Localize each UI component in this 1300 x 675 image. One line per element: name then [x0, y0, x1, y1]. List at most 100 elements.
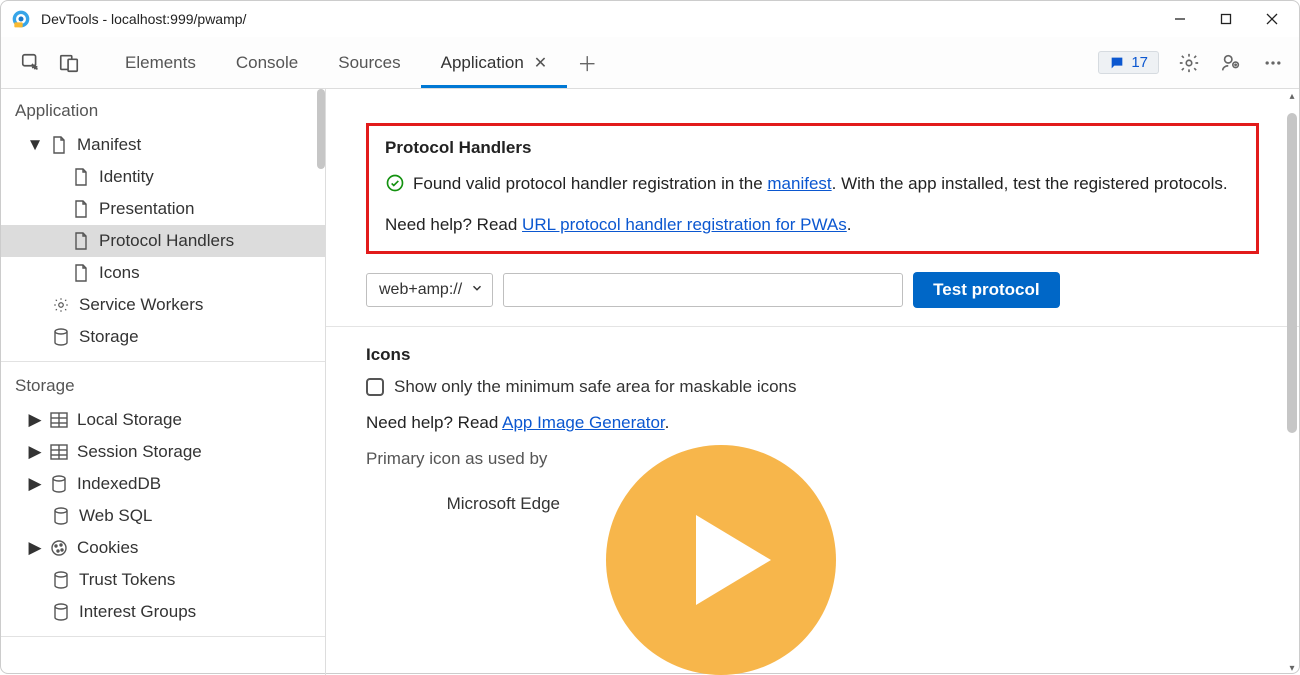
sidebar-label: Session Storage — [77, 442, 202, 462]
chat-icon — [1109, 55, 1125, 71]
primary-label-line2: Microsoft Edge — [366, 490, 566, 517]
protocol-select[interactable]: web+amp:// — [366, 273, 493, 307]
sidebar-item-identity[interactable]: Identity — [1, 161, 325, 193]
add-tab-button[interactable]: ＋ — [567, 37, 607, 88]
protocol-handlers-title: Protocol Handlers — [385, 138, 1240, 158]
sidebar-item-cookies[interactable]: ▶ Cookies — [1, 532, 325, 564]
file-icon — [71, 167, 91, 187]
sidebar-item-storage[interactable]: Storage — [1, 321, 325, 353]
protocol-test-row: web+amp:// Test protocol — [326, 268, 1299, 326]
protocol-url-input[interactable] — [503, 273, 903, 307]
devtools-app-icon — [11, 9, 31, 29]
settings-icon[interactable] — [1177, 51, 1201, 75]
database-icon — [51, 327, 71, 347]
manifest-link[interactable]: manifest — [767, 174, 831, 193]
file-icon — [71, 231, 91, 251]
sidebar-item-websql[interactable]: Web SQL — [1, 500, 325, 532]
check-circle-icon — [385, 173, 405, 201]
gear-icon — [51, 295, 71, 315]
file-icon — [71, 263, 91, 283]
help-post: . — [847, 215, 852, 234]
more-icon[interactable] — [1261, 51, 1285, 75]
icons-title: Icons — [366, 345, 1259, 365]
maskable-checkbox-row[interactable]: Show only the minimum safe area for mask… — [366, 377, 1259, 397]
file-icon — [49, 135, 69, 155]
primary-app-icon — [606, 445, 836, 625]
sidebar-heading-application: Application — [1, 95, 325, 129]
issues-badge[interactable]: 17 — [1098, 51, 1159, 74]
table-icon — [49, 410, 69, 430]
sidebar-item-session-storage[interactable]: ▶ Session Storage — [1, 436, 325, 468]
app-image-generator-link[interactable]: App Image Generator — [502, 413, 665, 432]
issues-count: 17 — [1131, 54, 1148, 71]
database-icon — [51, 602, 71, 622]
application-panel: Protocol Handlers Found valid protocol h… — [326, 89, 1299, 675]
tab-label: Elements — [125, 53, 196, 73]
minimize-button[interactable] — [1157, 3, 1203, 35]
help-post: . — [665, 413, 670, 432]
sidebar-label: Service Workers — [79, 295, 203, 315]
tab-sources[interactable]: Sources — [318, 37, 420, 88]
tab-label: Sources — [338, 53, 400, 73]
caret-right-icon: ▶ — [29, 442, 41, 462]
scroll-down-icon[interactable]: ▾ — [1285, 661, 1299, 675]
sidebar-item-protocol-handlers[interactable]: Protocol Handlers — [1, 225, 325, 257]
sidebar-divider — [1, 636, 325, 637]
help-pre: Need help? Read — [385, 215, 522, 234]
sidebar-label: Local Storage — [77, 410, 182, 430]
database-icon — [51, 506, 71, 526]
highlight-box: Protocol Handlers Found valid protocol h… — [366, 123, 1259, 254]
sidebar-item-service-workers[interactable]: Service Workers — [1, 289, 325, 321]
status-text: Found valid protocol handler registratio… — [413, 170, 1240, 197]
help-text: Need help? Read URL protocol handler reg… — [385, 215, 1240, 235]
sidebar-label: Presentation — [99, 199, 194, 219]
tab-elements[interactable]: Elements — [105, 37, 216, 88]
inspect-element-icon[interactable] — [15, 47, 47, 79]
devtools-tabs: Elements Console Sources Application ✕ ＋ — [105, 37, 607, 88]
caret-down-icon: ▼ — [29, 135, 41, 155]
table-icon — [49, 442, 69, 462]
sidebar-item-local-storage[interactable]: ▶ Local Storage — [1, 404, 325, 436]
sidebar-item-interest-groups[interactable]: Interest Groups — [1, 596, 325, 628]
close-icon[interactable]: ✕ — [534, 53, 547, 73]
status-post: . With the app installed, test the regis… — [832, 174, 1228, 193]
sidebar-label: IndexedDB — [77, 474, 161, 494]
sidebar-scrollbar[interactable] — [317, 89, 325, 169]
feedback-icon[interactable] — [1219, 51, 1243, 75]
select-value: web+amp:// — [379, 281, 462, 299]
scroll-up-icon[interactable]: ▴ — [1285, 89, 1299, 103]
sidebar-item-presentation[interactable]: Presentation — [1, 193, 325, 225]
status-pre: Found valid protocol handler registratio… — [413, 174, 767, 193]
sidebar-label: Protocol Handlers — [99, 231, 234, 251]
checkbox-icon[interactable] — [366, 378, 384, 396]
close-button[interactable] — [1249, 3, 1295, 35]
database-icon — [49, 474, 69, 494]
help-pre: Need help? Read — [366, 413, 502, 432]
help-link[interactable]: URL protocol handler registration for PW… — [522, 215, 847, 234]
sidebar-label: Identity — [99, 167, 154, 187]
device-toolbar-icon[interactable] — [53, 47, 85, 79]
sidebar-item-indexeddb[interactable]: ▶ IndexedDB — [1, 468, 325, 500]
sidebar-item-icons[interactable]: Icons — [1, 257, 325, 289]
tab-label: Console — [236, 53, 298, 73]
primary-icon-label: Primary icon as used by Microsoft Edge — [366, 445, 566, 517]
sidebar-item-manifest[interactable]: ▼ Manifest — [1, 129, 325, 161]
checkbox-label: Show only the minimum safe area for mask… — [394, 377, 797, 397]
cookie-icon — [49, 538, 69, 558]
sidebar-label: Icons — [99, 263, 140, 283]
sidebar-label: Cookies — [77, 538, 138, 558]
sidebar-heading-storage: Storage — [1, 370, 325, 404]
content-scrollbar[interactable]: ▴ ▾ — [1285, 89, 1299, 675]
tab-console[interactable]: Console — [216, 37, 318, 88]
application-sidebar: Application ▼ Manifest Identity Presenta… — [1, 89, 326, 675]
tab-application[interactable]: Application ✕ — [421, 37, 568, 88]
test-protocol-button[interactable]: Test protocol — [913, 272, 1059, 308]
tab-label: Application — [441, 53, 524, 73]
file-icon — [71, 199, 91, 219]
sidebar-item-trust-tokens[interactable]: Trust Tokens — [1, 564, 325, 596]
database-icon — [51, 570, 71, 590]
caret-right-icon: ▶ — [29, 410, 41, 430]
caret-right-icon: ▶ — [29, 474, 41, 494]
maximize-button[interactable] — [1203, 3, 1249, 35]
sidebar-divider — [1, 361, 325, 362]
